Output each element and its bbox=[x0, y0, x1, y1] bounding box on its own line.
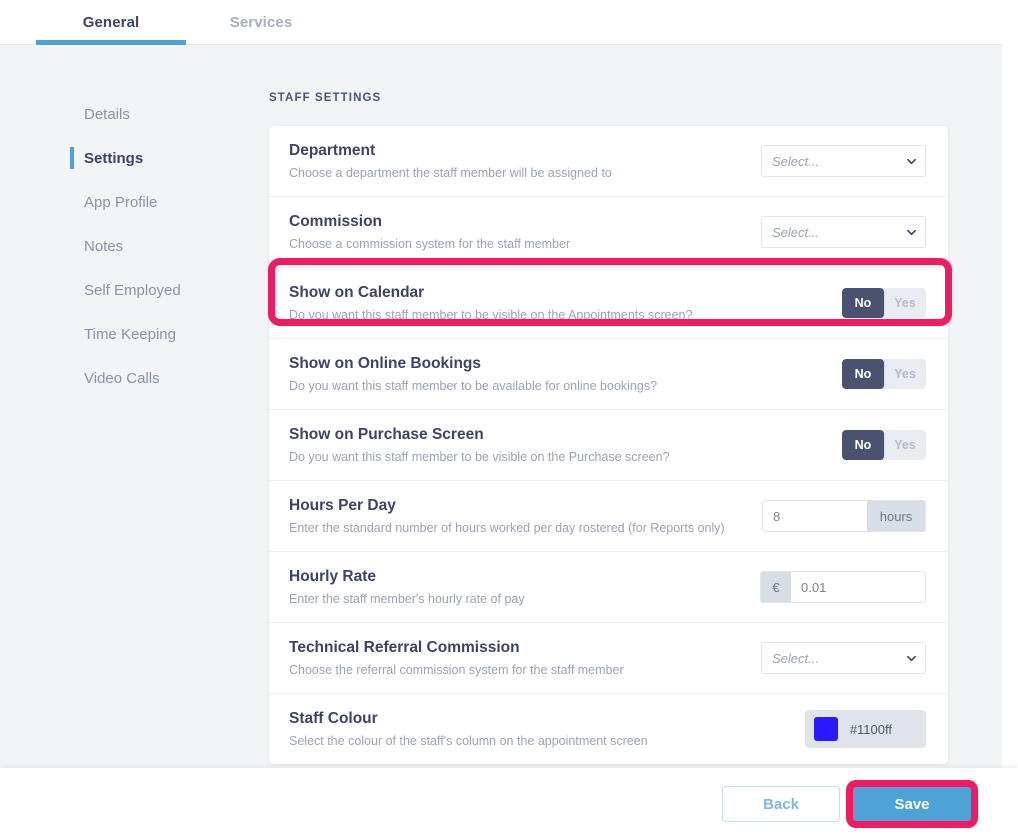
save-button[interactable]: Save bbox=[853, 786, 971, 822]
row-text: Show on Calendar Do you want this staff … bbox=[289, 282, 746, 324]
row-title: Show on Purchase Screen bbox=[289, 426, 484, 443]
sidebar-item-time-keeping[interactable]: Time Keeping bbox=[0, 312, 258, 356]
setting-row-hours-per-day: Hours Per Day Enter the standard number … bbox=[269, 481, 948, 552]
currency-symbol-label: € bbox=[761, 572, 791, 602]
toggle-option-yes[interactable]: Yes bbox=[884, 288, 926, 318]
sidebar-item-label: Video Calls bbox=[84, 369, 160, 387]
row-control: No Yes bbox=[746, 359, 926, 389]
setting-row-department: Department Choose a department the staff… bbox=[269, 126, 948, 197]
row-title: Department bbox=[289, 142, 376, 159]
setting-row-show-on-purchase-screen: Show on Purchase Screen Do you want this… bbox=[269, 410, 948, 481]
row-text: Commission Choose a commission system fo… bbox=[289, 211, 746, 253]
main-content: STAFF SETTINGS Department Choose a depar… bbox=[258, 46, 1002, 764]
row-title: Show on Online Bookings bbox=[289, 355, 482, 372]
row-title: Hourly Rate bbox=[289, 568, 376, 585]
row-description: Enter the staff member's hourly rate of … bbox=[289, 592, 525, 606]
row-control: hours bbox=[746, 500, 926, 532]
hourly-rate-input[interactable] bbox=[791, 572, 925, 602]
staff-settings-screen: General Services Details Settings App Pr… bbox=[0, 0, 1018, 836]
select-value: Select... bbox=[772, 153, 819, 169]
setting-row-hourly-rate: Hourly Rate Enter the staff member's hou… bbox=[269, 552, 948, 623]
tab-bar: General Services bbox=[0, 0, 1002, 45]
toggle-option-yes[interactable]: Yes bbox=[884, 430, 926, 460]
sidebar-item-label: Time Keeping bbox=[84, 325, 176, 343]
select-value: Select... bbox=[772, 224, 819, 240]
row-title: Hours Per Day bbox=[289, 497, 396, 514]
page-body: General Services Details Settings App Pr… bbox=[0, 0, 1002, 836]
row-text: Show on Purchase Screen Do you want this… bbox=[289, 424, 746, 466]
toggle-option-no[interactable]: No bbox=[842, 359, 884, 389]
sidebar-item-label: Settings bbox=[84, 149, 144, 167]
row-title: Commission bbox=[289, 213, 383, 230]
row-text: Department Choose a department the staff… bbox=[289, 140, 746, 182]
department-select[interactable]: Select... bbox=[761, 145, 926, 177]
setting-row-commission: Commission Choose a commission system fo… bbox=[269, 197, 948, 268]
row-title: Staff Colour bbox=[289, 710, 378, 727]
sidebar-item-label: App Profile bbox=[84, 193, 158, 211]
toggle-option-yes[interactable]: Yes bbox=[884, 359, 926, 389]
setting-row-show-on-online-bookings: Show on Online Bookings Do you want this… bbox=[269, 339, 948, 410]
colour-swatch bbox=[813, 717, 838, 741]
show-on-purchase-screen-toggle[interactable]: No Yes bbox=[842, 430, 926, 460]
show-on-online-bookings-toggle[interactable]: No Yes bbox=[842, 359, 926, 389]
row-description: Choose a commission system for the staff… bbox=[289, 237, 571, 251]
back-button[interactable]: Back bbox=[722, 786, 840, 822]
sidebar-item-video-calls[interactable]: Video Calls bbox=[0, 356, 258, 400]
sidebar-item-details[interactable]: Details bbox=[0, 92, 258, 136]
toggle-option-no[interactable]: No bbox=[842, 430, 884, 460]
scrollbar-gutter[interactable] bbox=[1002, 0, 1018, 836]
row-control: € bbox=[746, 571, 926, 603]
technical-referral-commission-select[interactable]: Select... bbox=[761, 642, 926, 674]
row-description: Do you want this staff member to be visi… bbox=[289, 450, 670, 464]
sidebar-item-self-employed[interactable]: Self Employed bbox=[0, 268, 258, 312]
select-value: Select... bbox=[772, 650, 819, 666]
hours-per-day-field: hours bbox=[762, 500, 926, 532]
sidebar-item-label: Self Employed bbox=[84, 281, 181, 299]
chevron-down-icon bbox=[907, 229, 916, 236]
row-text: Hours Per Day Enter the standard number … bbox=[289, 495, 746, 537]
row-control: Select... bbox=[746, 145, 926, 177]
sidebar-item-label: Notes bbox=[84, 237, 124, 255]
hours-unit-label: hours bbox=[867, 501, 925, 531]
row-control: No Yes bbox=[746, 288, 926, 318]
settings-card: Department Choose a department the staff… bbox=[269, 126, 948, 764]
setting-row-show-on-calendar: Show on Calendar Do you want this staff … bbox=[269, 268, 948, 339]
setting-row-staff-colour: Staff Colour Select the colour of the st… bbox=[269, 694, 948, 764]
row-text: Hourly Rate Enter the staff member's hou… bbox=[289, 566, 746, 608]
row-description: Enter the standard number of hours worke… bbox=[289, 521, 725, 535]
sidebar-item-settings[interactable]: Settings bbox=[0, 136, 258, 180]
row-control: Select... bbox=[746, 642, 926, 674]
chevron-down-icon bbox=[907, 655, 916, 662]
row-description: Select the colour of the staff's column … bbox=[289, 734, 648, 748]
commission-select[interactable]: Select... bbox=[761, 216, 926, 248]
tab-general[interactable]: General bbox=[36, 0, 186, 45]
tab-services[interactable]: Services bbox=[196, 0, 326, 45]
hours-per-day-input[interactable] bbox=[763, 501, 867, 531]
row-description: Choose a department the staff member wil… bbox=[289, 166, 612, 180]
row-text: Staff Colour Select the colour of the st… bbox=[289, 708, 746, 750]
toggle-option-no[interactable]: No bbox=[842, 288, 884, 318]
row-title: Show on Calendar bbox=[289, 284, 425, 301]
row-description: Do you want this staff member to be avai… bbox=[289, 379, 658, 393]
row-description: Do you want this staff member to be visi… bbox=[289, 308, 693, 322]
active-tab-indicator bbox=[36, 40, 186, 45]
row-text: Show on Online Bookings Do you want this… bbox=[289, 353, 746, 395]
row-control: No Yes bbox=[746, 430, 926, 460]
sidebar: Details Settings App Profile Notes Self … bbox=[0, 46, 258, 400]
row-control: #1100ff bbox=[746, 710, 926, 748]
section-title: STAFF SETTINGS bbox=[269, 92, 382, 104]
sidebar-item-notes[interactable]: Notes bbox=[0, 224, 258, 268]
sidebar-item-app-profile[interactable]: App Profile bbox=[0, 180, 258, 224]
setting-row-technical-referral-commission: Technical Referral Commission Choose the… bbox=[269, 623, 948, 694]
row-title: Technical Referral Commission bbox=[289, 639, 520, 656]
staff-colour-picker[interactable]: #1100ff bbox=[804, 710, 926, 748]
colour-hex-value: #1100ff bbox=[849, 721, 892, 737]
chevron-down-icon bbox=[907, 158, 916, 165]
show-on-calendar-toggle[interactable]: No Yes bbox=[842, 288, 926, 318]
hourly-rate-field: € bbox=[760, 571, 926, 603]
row-description: Choose the referral commission system fo… bbox=[289, 663, 624, 677]
sidebar-item-label: Details bbox=[84, 105, 130, 123]
row-text: Technical Referral Commission Choose the… bbox=[289, 637, 746, 679]
row-control: Select... bbox=[746, 216, 926, 248]
